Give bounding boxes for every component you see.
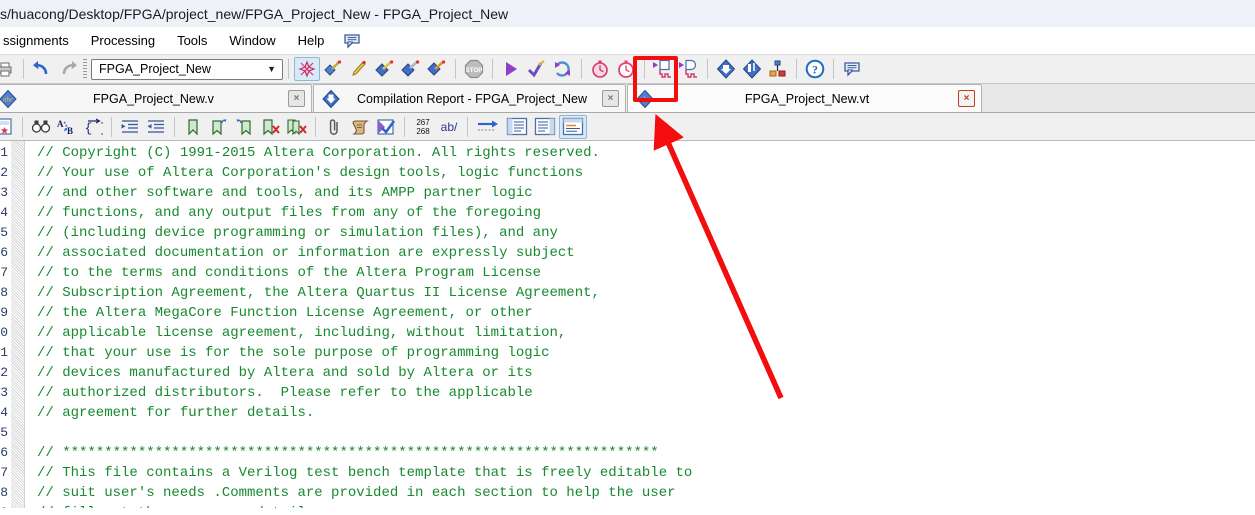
quartus-window: s/huacong/Desktop/FPGA/project_new/FPGA_… xyxy=(0,0,1255,515)
annotation-highlight-box xyxy=(633,56,678,102)
annotation-arrow xyxy=(653,113,784,400)
